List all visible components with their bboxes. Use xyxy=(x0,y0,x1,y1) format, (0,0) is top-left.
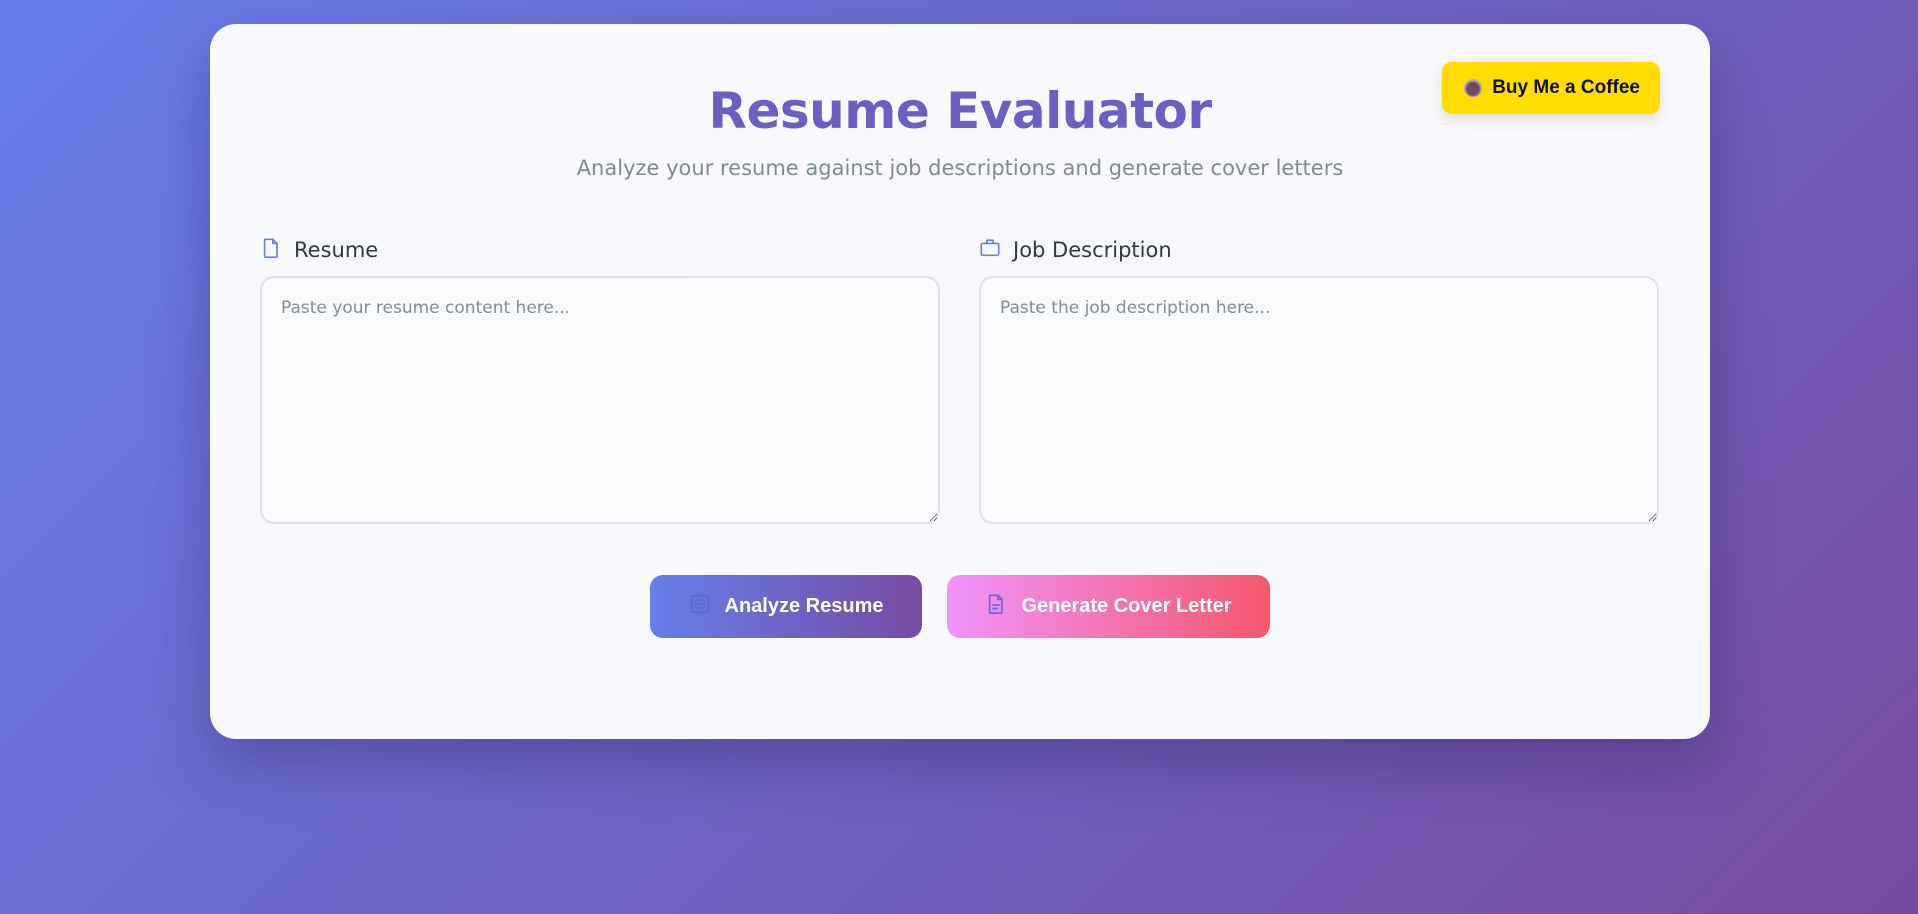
page-title: Resume Evaluator xyxy=(708,82,1212,140)
briefcase-icon xyxy=(979,237,1001,264)
job-description-field: Job Description xyxy=(979,236,1659,524)
page-subtitle: Analyze your resume against job descript… xyxy=(576,156,1344,180)
document-icon xyxy=(260,237,282,264)
job-description-label: Job Description xyxy=(979,236,1659,264)
resume-input[interactable] xyxy=(260,276,940,524)
cover-letter-button-label: Generate Cover Letter xyxy=(1021,595,1232,617)
resume-label-text: Resume xyxy=(294,238,379,262)
main-card: Buy Me a Coffee Resume Evaluator Analyze… xyxy=(210,24,1710,739)
list-icon xyxy=(689,593,711,621)
resume-label: Resume xyxy=(260,236,940,264)
job-description-label-text: Job Description xyxy=(1013,238,1172,262)
resume-field: Resume xyxy=(260,236,940,524)
generate-cover-letter-button[interactable]: Generate Cover Letter xyxy=(947,575,1270,638)
analyze-button-label: Analyze Resume xyxy=(724,595,884,617)
analyze-resume-button[interactable]: Analyze Resume xyxy=(650,575,922,638)
file-text-icon xyxy=(985,593,1007,621)
job-description-input[interactable] xyxy=(979,276,1659,524)
